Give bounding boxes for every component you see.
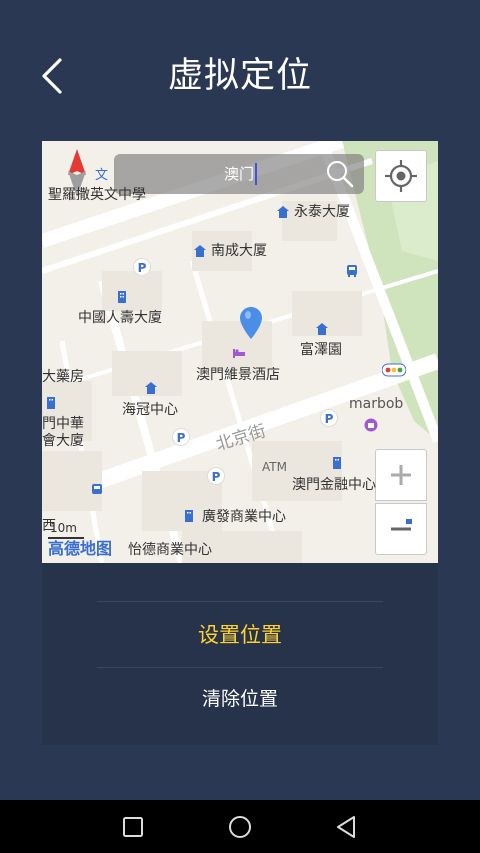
plus-icon [391,465,411,485]
bus-icon [92,484,102,494]
map-label-wing-tai: 永泰大厦 [294,204,350,220]
building-icon [277,206,289,218]
my-location-button[interactable] [375,150,427,202]
traffic-light-icon [382,363,406,377]
atm-icon: ATM [262,460,287,474]
parking-icon: P [207,467,225,485]
map-label-marbob: marbob [349,396,404,412]
text-caret [255,163,257,185]
map-label-yi-tak: 怡德商業中心 [128,542,212,558]
building-icon [194,245,206,257]
divider [97,601,383,602]
parking-icon: P [133,258,151,276]
school-icon: 文 [95,168,109,183]
set-location-button[interactable]: 设置位置 [42,613,438,657]
zoom-in-button[interactable] [375,449,427,501]
building-icon [316,323,328,335]
office-building-icon [47,397,55,409]
map-label-school: 聖羅撒英文中學 [48,187,146,203]
map-label-school3: 會大廈 [42,433,84,449]
office-building-icon [118,291,126,303]
map-label-pharmacy: 大藥房 [42,369,84,385]
parking-icon: P [172,428,190,446]
office-building-icon [185,510,193,522]
clear-location-button[interactable]: 清除位置 [42,679,438,719]
search-icon[interactable] [326,160,354,188]
back-triangle-icon[interactable] [332,812,362,842]
map-label-china-life: 中國人壽大廈 [78,310,162,326]
map-view[interactable]: 澳门 文 聖羅撒英文中學 永泰大厦 南成大厦 P 中國人壽大廈 富澤園 澳門維景… [42,141,438,563]
map-label-kwong-fat: 廣發商業中心 [202,509,286,525]
shop-icon [364,418,378,432]
map-label-hoi-kun: 海冠中心 [122,402,178,418]
minus-icon [391,519,412,531]
divider [97,667,383,668]
bus-icon [347,265,357,277]
home-icon[interactable] [225,812,255,842]
map-label-hotel: 澳門維景酒店 [196,367,280,383]
recent-apps-icon[interactable] [118,812,148,842]
zoom-out-button[interactable] [375,503,427,555]
map-search-bar[interactable]: 澳门 [114,154,364,194]
map-label-finance: 澳門金融中心 [292,477,376,493]
map-provider-logo: 高德地图 [48,539,113,558]
parking-icon: P [320,409,338,427]
map-scale-label: 10m [50,521,77,535]
location-pin-icon[interactable] [240,307,262,339]
header: 虚拟定位 [0,0,480,140]
system-navigation-bar [0,800,480,853]
crosshair-icon [385,160,417,192]
page-title: 虚拟定位 [167,56,312,96]
search-input[interactable]: 澳门 [224,164,254,184]
map-label-school2: 門中華 [42,416,84,432]
building-icon [145,382,157,394]
action-panel: 设置位置 清除位置 [42,563,438,745]
office-building-icon [333,457,341,469]
map-label-nam-seng: 南成大厦 [211,243,267,259]
map-label-fu-chak: 富澤園 [300,342,342,358]
hotel-icon [233,349,245,358]
